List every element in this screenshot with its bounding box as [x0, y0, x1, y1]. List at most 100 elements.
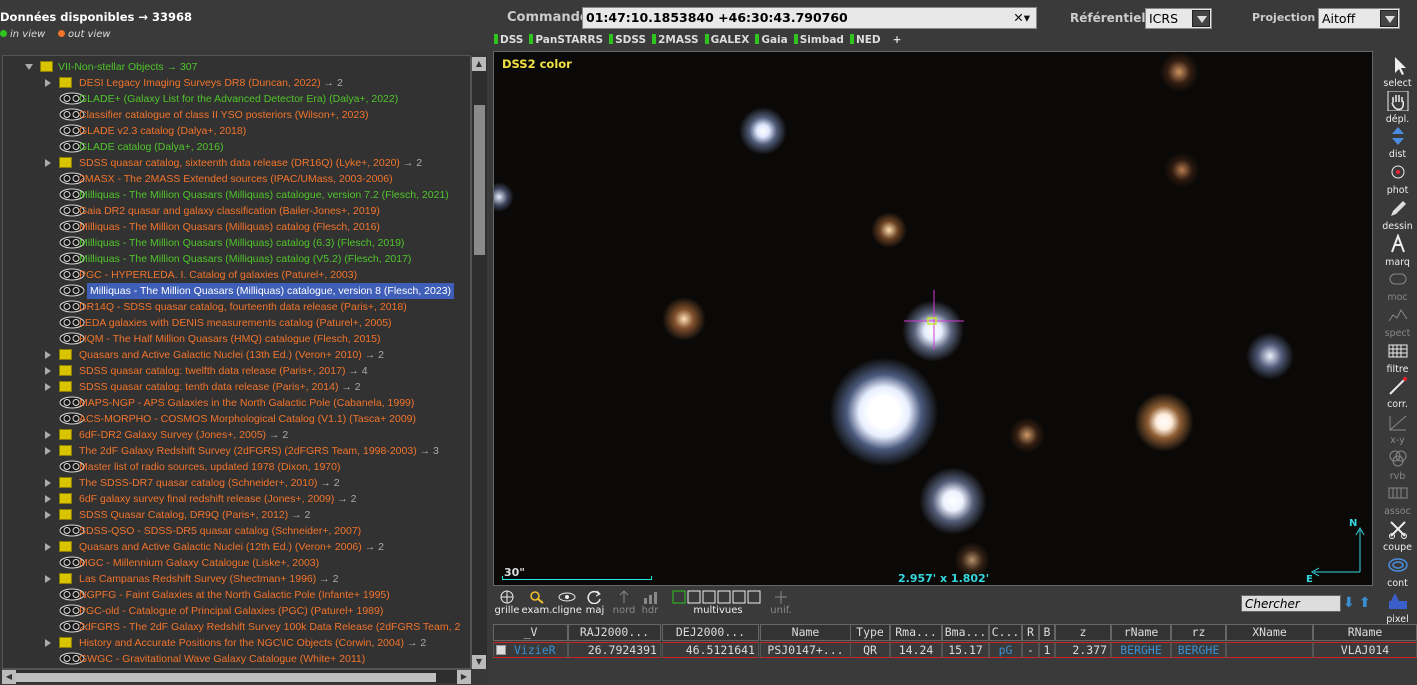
tree-item[interactable]: GLADE v2.3 catalog (Dalya+, 2018)	[3, 123, 470, 139]
tool-multivues-button[interactable]: multivues	[663, 590, 773, 620]
tool-dessin-button[interactable]: dessin	[1378, 196, 1417, 232]
tree-item[interactable]: SDSS quasar catalog: tenth data release …	[3, 379, 470, 395]
tree-item[interactable]: Quasars and Active Galactic Nuclei (12th…	[3, 539, 470, 555]
scroll-thumb[interactable]	[474, 105, 485, 255]
column-header[interactable]: Type	[850, 624, 890, 641]
survey-sdss[interactable]: SDSS	[609, 34, 646, 46]
command-input[interactable]: 01:47:10.1853840 +46:30:43.790760 ✕▾	[582, 7, 1037, 29]
tool-marq-button[interactable]: marq	[1378, 232, 1417, 268]
tool-depl-button[interactable]: dépl.	[1378, 89, 1417, 125]
tool-filtre-button[interactable]: filtre	[1378, 339, 1417, 375]
expand-icon[interactable]	[45, 495, 51, 503]
column-header[interactable]: z	[1055, 624, 1111, 641]
tree-item[interactable]: Milliquas - The Million Quasars (Milliqu…	[3, 251, 470, 267]
scroll-down-icon[interactable]: ▼	[472, 655, 486, 669]
column-header[interactable]: DEJ2000...	[662, 624, 759, 641]
column-header[interactable]: C...	[989, 624, 1022, 641]
tree-item[interactable]: SDSS-QSO - SDSS-DR5 quasar catalog (Schn…	[3, 523, 470, 539]
column-header[interactable]: _V	[493, 624, 568, 641]
table-cell[interactable]: BERGHE	[1171, 642, 1226, 658]
expand-icon[interactable]	[45, 351, 51, 359]
tool-grille-button[interactable]: grille	[493, 590, 521, 620]
tree-item[interactable]: SDSS quasar catalog: twelfth data releas…	[3, 363, 470, 379]
tool-select-button[interactable]: select	[1378, 53, 1417, 89]
tree-item[interactable]: 6dF galaxy survey final redshift release…	[3, 491, 470, 507]
table-cell[interactable]: BERGHE	[1111, 642, 1171, 658]
survey-simbad[interactable]: Simbad	[793, 34, 844, 46]
tree-item[interactable]: Gaia DR2 quasar and galaxy classificatio…	[3, 203, 470, 219]
tree-item[interactable]: Quasars and Active Galactic Nuclei (13th…	[3, 347, 470, 363]
tree-item[interactable]: SDSS quasar catalog, sixteenth data rele…	[3, 155, 470, 171]
scroll-left-icon[interactable]: ◀	[2, 670, 16, 684]
expand-icon[interactable]	[45, 79, 51, 87]
survey-2mass[interactable]: 2MASS	[652, 34, 699, 46]
tree-root[interactable]: VII-Non-stellar Objects → 307	[3, 59, 463, 75]
clear-history-icon[interactable]: ✕▾	[1013, 8, 1030, 28]
column-header[interactable]: rz	[1171, 624, 1226, 641]
survey-dss[interactable]: DSS	[494, 34, 523, 46]
tree-item[interactable]: Milliquas - The Million Quasars (Milliqu…	[3, 235, 470, 251]
tool-phot-button[interactable]: phot	[1378, 160, 1417, 196]
referentiel-select[interactable]: ICRS	[1145, 8, 1212, 29]
tree-item[interactable]: Milliquas - The Million Quasars (Milliqu…	[3, 187, 470, 203]
tree-item[interactable]: Classifier catalogue of class II YSO pos…	[3, 107, 470, 123]
column-header[interactable]: Rma...	[890, 624, 942, 641]
column-header[interactable]: XName	[1226, 624, 1313, 641]
catalog-tree[interactable]: VII-Non-stellar Objects → 307 DESI Legacy…	[2, 55, 471, 669]
survey-panstarrs[interactable]: PanSTARRS	[529, 34, 603, 46]
tree-item[interactable]: MAPS-NGP - APS Galaxies in the North Gal…	[3, 395, 470, 411]
tree-item[interactable]: DESI Legacy Imaging Surveys DR8 (Duncan,…	[3, 75, 470, 91]
survey-gaia[interactable]: Gaia	[755, 34, 788, 46]
tree-item[interactable]: GLADE catalog (Dalya+, 2016)	[3, 139, 470, 155]
sky-view[interactable]: DSS2 color 30" 2.957' x 1.802' N E	[493, 51, 1373, 586]
tool-spect-button[interactable]: spect	[1378, 303, 1417, 339]
expand-icon[interactable]	[45, 431, 51, 439]
column-header[interactable]: RName	[1313, 624, 1417, 641]
tool-cligne-button[interactable]: cligne	[551, 590, 583, 620]
tree-item[interactable]: GLADE+ (Galaxy List for the Advanced Det…	[3, 91, 470, 107]
tool-rvb-button[interactable]: rvb	[1378, 446, 1417, 482]
scroll-right-icon[interactable]: ▶	[457, 670, 471, 684]
tree-item[interactable]: PGC-old - Catalogue of Principal Galaxie…	[3, 603, 470, 619]
hscroll-thumb[interactable]	[16, 673, 436, 682]
add-survey-button[interactable]: +	[893, 34, 902, 46]
tool-assoc-button[interactable]: assoc	[1378, 481, 1417, 517]
survey-ned[interactable]: NED	[849, 34, 881, 46]
tree-item[interactable]: ACS-MORPHO - COSMOS Morphological Catalo…	[3, 411, 470, 427]
expand-icon[interactable]	[45, 447, 51, 455]
tool-unif-button[interactable]: unif.	[765, 590, 797, 620]
tree-item[interactable]: Master list of radio sources, updated 19…	[3, 459, 470, 475]
column-header[interactable]: Name	[760, 624, 851, 641]
tree-vertical-scrollbar[interactable]: ▲ ▼	[471, 57, 487, 669]
chevron-down-icon[interactable]	[1380, 10, 1398, 27]
tree-item[interactable]: PGC - HYPERLEDA. I. Catalog of galaxies …	[3, 267, 470, 283]
tree-item[interactable]: SDSS Quasar Catalog, DR9Q (Paris+, 2012)…	[3, 507, 470, 523]
expand-icon[interactable]	[45, 367, 51, 375]
table-cell[interactable]: pG	[989, 642, 1022, 658]
expand-icon[interactable]	[45, 479, 51, 487]
column-header[interactable]: RAJ2000...	[568, 624, 661, 641]
expand-icon[interactable]	[45, 543, 51, 551]
arrow-up-icon[interactable]: ⬆	[1359, 595, 1371, 611]
tree-item[interactable]: GWGC - Gravitational Wave Galaxy Catalog…	[3, 651, 470, 667]
tool-corr-button[interactable]: corr.	[1378, 374, 1417, 410]
arrow-down-icon[interactable]: ⬇	[1343, 595, 1355, 611]
tool-nord-button[interactable]: nord	[611, 590, 637, 620]
tool-moc-button[interactable]: moc	[1378, 267, 1417, 303]
row-select-checkbox[interactable]	[496, 645, 506, 655]
search-input[interactable]: Chercher	[1241, 595, 1341, 612]
expand-icon[interactable]	[45, 383, 51, 391]
tree-item[interactable]: 6dF-DR2 Galaxy Survey (Jones+, 2005) → 2	[3, 427, 470, 443]
tree-item[interactable]: LEDA galaxies with DENIS measurements ca…	[3, 315, 470, 331]
tool-maj-button[interactable]: maj	[583, 590, 607, 620]
column-header[interactable]: R	[1022, 624, 1039, 641]
scroll-up-icon[interactable]: ▲	[472, 57, 486, 71]
chevron-down-icon[interactable]	[1192, 10, 1210, 27]
survey-galex[interactable]: GALEX	[704, 34, 749, 46]
projection-select[interactable]: Aitoff	[1318, 8, 1400, 29]
tool-pixel-button[interactable]: pixel	[1378, 589, 1417, 625]
tree-item[interactable]: DR14Q - SDSS quasar catalog, fourteenth …	[3, 299, 470, 315]
tree-item[interactable]: NGPFG - Faint Galaxies at the North Gala…	[3, 587, 470, 603]
expand-icon[interactable]	[45, 575, 51, 583]
tool-dist-button[interactable]: dist	[1378, 124, 1417, 160]
